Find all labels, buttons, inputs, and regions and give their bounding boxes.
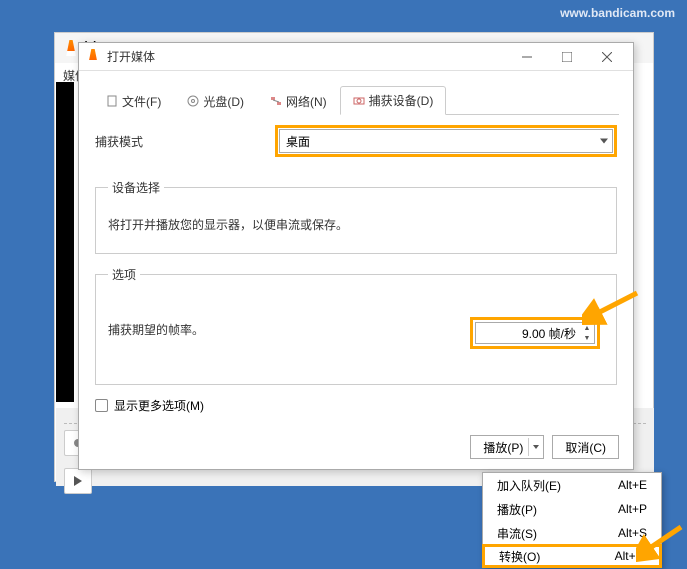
play-button[interactable]	[64, 468, 92, 494]
maximize-button[interactable]	[547, 45, 587, 69]
menu-enqueue-shortcut: Alt+E	[618, 478, 647, 492]
dialog-titlebar: 打开媒体	[79, 43, 633, 71]
disc-icon	[187, 95, 199, 107]
dialog-title: 打开媒体	[107, 48, 507, 65]
menu-enqueue[interactable]: 加入队列(E) Alt+E	[483, 473, 661, 497]
dialog-footer: 播放(P) 取消(C)	[470, 435, 619, 459]
vlc-cone-icon	[85, 49, 101, 65]
play-split-button[interactable]: 播放(P)	[470, 435, 544, 459]
tab-capture[interactable]: 捕获设备(D)	[340, 86, 447, 115]
options-group: 选项 捕获期望的帧率。 9.00 帧/秒 ▲ ▼	[95, 266, 617, 385]
more-options-checkbox[interactable]	[95, 399, 108, 412]
close-button[interactable]	[587, 45, 627, 69]
tab-disc-label: 光盘(D)	[203, 93, 244, 110]
menu-play[interactable]: 播放(P) Alt+P	[483, 497, 661, 521]
network-icon	[270, 95, 282, 107]
video-area-left	[56, 82, 74, 402]
capture-mode-row: 捕获模式 桌面	[95, 125, 617, 157]
capture-mode-value: 桌面	[286, 133, 310, 150]
options-legend: 选项	[108, 266, 140, 283]
tab-network[interactable]: 网络(N)	[257, 86, 340, 115]
device-description: 将打开并播放您的显示器，以便串流或保存。	[108, 216, 604, 233]
capture-mode-select[interactable]: 桌面	[279, 129, 613, 153]
menu-convert[interactable]: 转换(O) Alt+O	[482, 544, 662, 568]
tab-disc[interactable]: 光盘(D)	[174, 86, 257, 115]
file-icon	[106, 95, 118, 107]
open-media-dialog: 打开媒体 文件(F) 光盘(D) 网络(N) 捕获设备(D) 捕	[78, 42, 634, 470]
fps-spinbox[interactable]: 9.00 帧/秒 ▲ ▼	[475, 322, 595, 344]
device-selection-legend: 设备选择	[108, 179, 164, 196]
arrow-annotation-2	[636, 522, 686, 562]
tabs-bar: 文件(F) 光盘(D) 网络(N) 捕获设备(D)	[93, 85, 619, 115]
play-button-label: 播放(P)	[483, 439, 523, 456]
watermark-text: www.bandicam.com	[560, 6, 675, 20]
menu-enqueue-label: 加入队列(E)	[497, 477, 561, 494]
menu-play-label: 播放(P)	[497, 501, 537, 518]
menu-stream-label: 串流(S)	[497, 525, 537, 542]
device-selection-group: 设备选择 将打开并播放您的显示器，以便串流或保存。	[95, 179, 617, 254]
cancel-button-label: 取消(C)	[565, 439, 606, 456]
tab-network-label: 网络(N)	[286, 93, 327, 110]
tab-capture-label: 捕获设备(D)	[369, 92, 434, 109]
chevron-down-icon	[600, 139, 608, 144]
tab-file[interactable]: 文件(F)	[93, 86, 174, 115]
chevron-down-icon[interactable]	[533, 445, 539, 449]
fps-value: 9.00 帧/秒	[522, 325, 576, 342]
vlc-cone-icon	[63, 40, 79, 56]
capture-mode-label: 捕获模式	[95, 133, 275, 150]
cancel-button[interactable]: 取消(C)	[552, 435, 619, 459]
play-dropdown-menu: 加入队列(E) Alt+E 播放(P) Alt+P 串流(S) Alt+S 转换…	[482, 472, 662, 568]
more-options-label: 显示更多选项(M)	[114, 397, 204, 414]
menu-stream[interactable]: 串流(S) Alt+S	[483, 521, 661, 545]
minimize-button[interactable]	[507, 45, 547, 69]
spin-down-icon[interactable]: ▼	[580, 333, 594, 343]
menu-play-shortcut: Alt+P	[618, 502, 647, 516]
more-options-row[interactable]: 显示更多选项(M)	[95, 397, 617, 414]
tab-file-label: 文件(F)	[122, 93, 161, 110]
arrow-annotation-1	[582, 288, 642, 328]
capture-icon	[353, 95, 365, 107]
menu-convert-label: 转换(O)	[499, 548, 540, 565]
